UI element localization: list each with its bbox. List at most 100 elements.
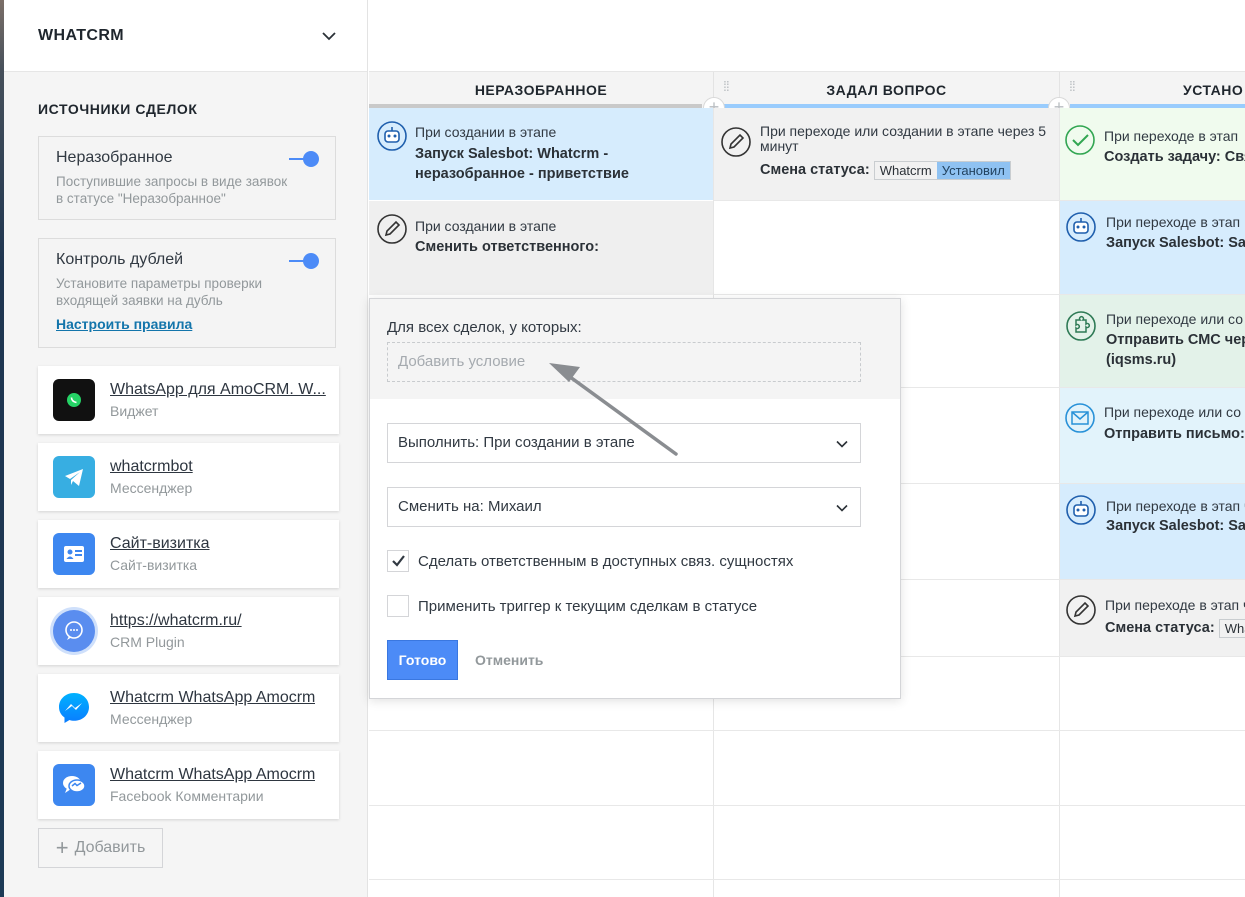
trigger-card[interactable]: При переходе или со Отправить письмо: У [1060, 388, 1245, 483]
source-type: Виджет [110, 403, 159, 419]
chevron-down-icon[interactable] [321, 28, 337, 44]
source-name[interactable]: whatcrmbot [110, 458, 193, 476]
trigger-action-row: Смена статуса: What [1105, 618, 1245, 638]
trigger-settings-popup: Для всех сделок, у которых: Добавить усл… [369, 298, 901, 699]
checkbox-row-linked-entities[interactable]: Сделать ответственным в доступных связ. … [387, 550, 793, 572]
trigger-when: При переходе в этап [1104, 128, 1239, 144]
pipeline-name: What [1224, 620, 1245, 636]
trigger-card[interactable]: При создании в этапе Сменить ответственн… [369, 201, 713, 295]
pipeline-name: Whatcrm [879, 162, 932, 178]
source-name[interactable]: https://whatcrm.ru/ [110, 612, 242, 630]
source-card[interactable]: whatcrmbot Мессенджер [38, 443, 339, 511]
source-type: Мессенджер [110, 480, 193, 496]
trigger-action: Сменить ответственного: [415, 239, 599, 255]
board-top-bar [369, 0, 1245, 72]
chevron-down-icon [836, 440, 848, 448]
trigger-when: При создании в этапе [415, 124, 557, 140]
drag-handle-icon[interactable]: ⁞⁞ [723, 79, 730, 93]
column-header-question[interactable]: ЗАДАЛ ВОПРОС [714, 72, 1060, 108]
configure-rules-link[interactable]: Настроить правила [56, 316, 192, 332]
source-type: Facebook Комментарии [110, 788, 264, 804]
trigger-action: Отправить СМС чере (iqsms.ru) [1106, 332, 1245, 368]
edit-icon [1066, 595, 1096, 625]
source-type: Мессенджер [110, 711, 193, 727]
source-name[interactable]: WhatsApp для AmoCRM. W... [110, 381, 326, 399]
messenger-icon [53, 687, 95, 729]
trigger-action-row: Смена статуса: Whatcrm Установил [760, 160, 1011, 180]
status-tag: What [1218, 618, 1245, 638]
condition-label: Для всех сделок, у которых: [387, 319, 582, 336]
trigger-action: Запуск Salesbot: Whatcrm - неразобранное… [415, 146, 629, 182]
status-name: Установил [936, 161, 1010, 179]
source-name[interactable]: Whatcrm WhatsApp Amocrm [110, 766, 315, 784]
plus-icon: + [55, 835, 69, 860]
checkbox-row-apply-current[interactable]: Применить триггер к текущим сделкам в ст… [387, 595, 757, 617]
checkbox-checked[interactable] [387, 550, 409, 572]
source-card[interactable]: https://whatcrm.ru/ CRM Plugin [38, 597, 339, 665]
task-check-icon [1065, 125, 1095, 155]
checkbox-unchecked[interactable] [387, 595, 409, 617]
trigger-when: При переходе в этап ч [1105, 597, 1245, 613]
source-card[interactable]: WhatsApp для AmoCRM. W... Виджет [38, 366, 339, 434]
cancel-button[interactable]: Отменить [475, 640, 543, 680]
contact-card-icon [53, 533, 95, 575]
trigger-action: Смена статуса: [760, 162, 870, 178]
trigger-card[interactable]: При создании в этапе Запуск Salesbot: Wh… [369, 108, 713, 200]
trigger-card[interactable]: При переходе в этап ч Запуск Salesbot: S… [1060, 484, 1245, 579]
trigger-action: Отправить письмо: У [1104, 426, 1245, 442]
trigger-action: Запуск Salesbot: Sal [1106, 235, 1245, 251]
puzzle-icon [1066, 311, 1096, 341]
execute-select-value: Выполнить: При создании в этапе [398, 434, 635, 451]
robot-icon [1066, 212, 1096, 242]
checkbox-label: Применить триггер к текущим сделкам в ст… [418, 597, 758, 615]
trigger-card[interactable]: При переходе в этап Создать задачу: Свя [1060, 108, 1245, 200]
setting-duplicates: Контроль дублей Установите параметры про… [38, 238, 336, 348]
trigger-when: При переходе или со [1106, 311, 1243, 327]
comments-icon [53, 764, 95, 806]
status-tag: Whatcrm Установил [873, 160, 1011, 180]
robot-icon [1066, 495, 1096, 525]
setting-desc: Установите параметры проверки входящей з… [56, 276, 263, 308]
trigger-action: Смена статуса: [1105, 620, 1215, 636]
trigger-when: При создании в этапе [415, 218, 557, 234]
setting-unsorted: Неразобранное Поступившие запросы в виде… [38, 136, 336, 220]
trigger-card[interactable]: При переходе или со Отправить СМС чере (… [1060, 295, 1245, 387]
setting-name: Контроль дублей [56, 251, 184, 268]
trigger-when: При переходе в этап ч [1106, 498, 1245, 514]
checkmark-icon [392, 555, 405, 567]
robot-icon [377, 121, 407, 151]
toggle-switch[interactable] [289, 151, 319, 167]
trigger-when: При переходе или со [1104, 404, 1241, 420]
trigger-when: При переходе или создании в этапе через … [760, 123, 1047, 154]
trigger-when: При переходе в этап [1106, 214, 1241, 230]
source-name[interactable]: Whatcrm WhatsApp Amocrm [110, 689, 315, 707]
toggle-switch[interactable] [289, 253, 319, 269]
trigger-card[interactable]: При переходе в этап ч Смена статуса: Wha… [1060, 580, 1245, 656]
source-card[interactable]: Сайт-визитка Сайт-визитка [38, 520, 339, 588]
responsible-select[interactable]: Сменить на: Михаил [387, 487, 861, 527]
done-button[interactable]: Готово [387, 640, 458, 680]
add-condition-field[interactable]: Добавить условие [387, 342, 861, 382]
drag-handle-icon[interactable]: ⁞⁞ [1069, 79, 1076, 93]
source-name[interactable]: Сайт-визитка [110, 535, 210, 553]
email-icon [1065, 403, 1095, 433]
chevron-down-icon [836, 504, 848, 512]
add-source-label: Добавить [74, 839, 146, 856]
add-source-button[interactable]: + Добавить [38, 828, 163, 868]
execute-select[interactable]: Выполнить: При создании в этапе [387, 423, 861, 463]
source-card[interactable]: Whatcrm WhatsApp Amocrm Мессенджер [38, 674, 339, 742]
sources-sidebar: WHATCRM ИСТОЧНИКИ СДЕЛОК Неразобранное П… [4, 0, 368, 897]
source-type: Сайт-визитка [110, 557, 198, 573]
trigger-card[interactable]: При переходе в этап Запуск Salesbot: Sal [1060, 201, 1245, 294]
source-type: CRM Plugin [110, 634, 185, 650]
whatsapp-icon [53, 379, 95, 421]
source-card[interactable]: Whatcrm WhatsApp Amocrm Facebook Коммент… [38, 751, 339, 819]
section-title: ИСТОЧНИКИ СДЕЛОК [38, 101, 198, 117]
setting-desc: Поступившие запросы в виде заявок в стат… [56, 174, 288, 206]
trigger-action: Создать задачу: Свя [1104, 149, 1245, 165]
sidebar-header[interactable]: WHATCRM [4, 0, 367, 72]
column-header-unsorted[interactable]: НЕРАЗОБРАННОЕ [369, 72, 714, 108]
trigger-card[interactable]: При переходе или создании в этапе через … [714, 108, 1059, 200]
column-header-installed[interactable]: УСТАНО [1060, 72, 1245, 108]
telegram-icon [53, 456, 95, 498]
